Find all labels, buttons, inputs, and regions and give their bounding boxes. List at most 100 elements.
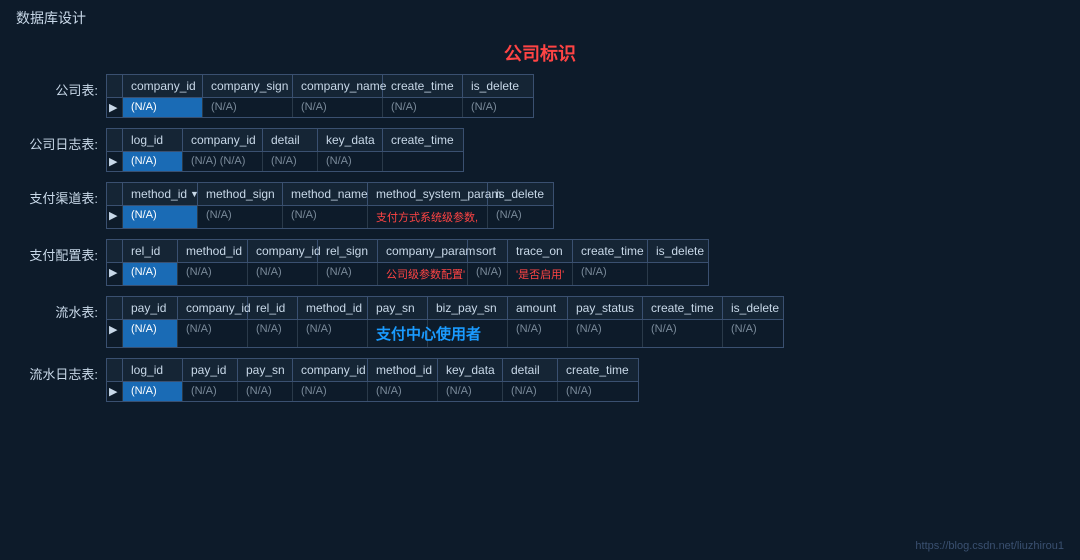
data-cell-1-0: (N/A) <box>123 152 183 171</box>
db-table-3: rel_idmethod_idcompany_idrel_signcompany… <box>106 239 709 286</box>
header-cell-4-5: biz_pay_sn <box>428 297 508 319</box>
table-label-5: 流水日志表: <box>16 358 106 383</box>
header-cell-4-6: amount <box>508 297 568 319</box>
data-cell-4-4: 支付中心 <box>368 320 428 347</box>
data-cell-3-1: (N/A) <box>178 263 248 285</box>
header-cell-4-0: pay_id <box>123 297 178 319</box>
data-cell-1-3: (N/A) <box>318 152 383 171</box>
row-arrow-2: ▶ <box>107 206 123 228</box>
data-cell-5-5: (N/A) <box>438 382 503 401</box>
data-cell-3-4: 公司级参数配置' <box>378 263 468 285</box>
data-cell-4-7: (N/A) <box>568 320 643 347</box>
header-cell-2-2: method_name <box>283 183 368 205</box>
table-row-3: 支付配置表:rel_idmethod_idcompany_idrel_signc… <box>16 239 1064 286</box>
header-cell-3-8: is_delete <box>648 240 708 262</box>
db-table-2: method_id▼method_signmethod_namemethod_s… <box>106 182 554 229</box>
data-cell-2-2: (N/A) <box>283 206 368 228</box>
header-cell-1-2: detail <box>263 129 318 151</box>
header-cell-5-0: log_id <box>123 359 183 381</box>
db-table-4: pay_idcompany_idrel_idmethod_idpay_snbiz… <box>106 296 784 348</box>
row-arrow-3: ▶ <box>107 263 123 285</box>
data-cell-2-4: (N/A) <box>488 206 553 228</box>
header-cell-1-0: log_id <box>123 129 183 151</box>
data-cell-4-6: (N/A) <box>508 320 568 347</box>
row-arrow-4: ▶ <box>107 320 123 347</box>
header-cell-4-2: rel_id <box>248 297 298 319</box>
header-cell-0-2: company_name <box>293 75 383 97</box>
center-label: 公司标识 <box>0 40 1080 66</box>
row-arrow-0: ▶ <box>107 98 123 117</box>
data-cell-3-3: (N/A) <box>318 263 378 285</box>
data-cell-4-9: (N/A) <box>723 320 783 347</box>
header-cell-3-0: rel_id <box>123 240 178 262</box>
table-label-1: 公司日志表: <box>16 128 106 153</box>
table-label-3: 支付配置表: <box>16 239 106 264</box>
header-cell-3-7: create_time <box>573 240 648 262</box>
data-cell-2-3: 支付方式系统级参数, <box>368 206 488 228</box>
header-cell-4-9: is_delete <box>723 297 783 319</box>
header-cell-0-0: company_id <box>123 75 203 97</box>
data-cell-4-5: 使用者 <box>428 320 508 347</box>
db-table-1: log_idcompany_iddetailkey_datacreate_tim… <box>106 128 464 172</box>
data-cell-4-8: (N/A) <box>643 320 723 347</box>
data-cell-5-3: (N/A) <box>293 382 368 401</box>
header-cell-4-7: pay_status <box>568 297 643 319</box>
header-cell-3-3: rel_sign <box>318 240 378 262</box>
page-title: 数据库设计 <box>0 0 1080 36</box>
header-cell-3-5: sort <box>468 240 508 262</box>
header-cell-4-8: create_time <box>643 297 723 319</box>
content-area: 公司表:company_idcompany_signcompany_namecr… <box>0 74 1080 402</box>
data-cell-3-6: '是否启用' <box>508 263 573 285</box>
data-cell-3-2: (N/A) <box>248 263 318 285</box>
header-cell-5-4: method_id <box>368 359 438 381</box>
data-cell-3-7: (N/A) <box>573 263 648 285</box>
header-cell-5-5: key_data <box>438 359 503 381</box>
header-cell-3-2: company_id <box>248 240 318 262</box>
data-cell-5-6: (N/A) <box>503 382 558 401</box>
header-cell-5-3: company_id <box>293 359 368 381</box>
table-row-2: 支付渠道表:method_id▼method_signmethod_nameme… <box>16 182 1064 229</box>
data-cell-4-0: (N/A) <box>123 320 178 347</box>
table-row-0: 公司表:company_idcompany_signcompany_namecr… <box>16 74 1064 118</box>
data-cell-3-5: (N/A) <box>468 263 508 285</box>
data-cell-5-2: (N/A) <box>238 382 293 401</box>
table-row-4: 流水表:pay_idcompany_idrel_idmethod_idpay_s… <box>16 296 1064 348</box>
data-cell-5-0: (N/A) <box>123 382 183 401</box>
data-cell-0-0: (N/A) <box>123 98 203 117</box>
row-arrow-5: ▶ <box>107 382 123 401</box>
header-cell-1-3: key_data <box>318 129 383 151</box>
header-cell-0-3: create_time <box>383 75 463 97</box>
header-cell-5-6: detail <box>503 359 558 381</box>
data-cell-4-1: (N/A) <box>178 320 248 347</box>
db-table-5: log_idpay_idpay_sncompany_idmethod_idkey… <box>106 358 639 402</box>
data-cell-5-7: (N/A) <box>558 382 638 401</box>
header-cell-0-4: is_delete <box>463 75 533 97</box>
header-cell-1-4: create_time <box>383 129 463 151</box>
data-cell-2-1: (N/A) <box>198 206 283 228</box>
header-cell-3-1: method_id <box>178 240 248 262</box>
data-cell-1-2: (N/A) <box>263 152 318 171</box>
header-cell-3-4: company_param <box>378 240 468 262</box>
header-cell-3-6: trace_on <box>508 240 573 262</box>
data-cell-3-8 <box>648 263 708 285</box>
data-cell-1-4 <box>383 152 463 171</box>
row-arrow-1: ▶ <box>107 152 123 171</box>
db-table-0: company_idcompany_signcompany_namecreate… <box>106 74 534 118</box>
data-cell-3-0: (N/A) <box>123 263 178 285</box>
header-cell-2-1: method_sign <box>198 183 283 205</box>
watermark: https://blog.csdn.net/liuzhirou1 <box>915 540 1064 552</box>
data-cell-0-1: (N/A) <box>203 98 293 117</box>
table-row-5: 流水日志表:log_idpay_idpay_sncompany_idmethod… <box>16 358 1064 402</box>
data-cell-5-1: (N/A) <box>183 382 238 401</box>
header-cell-0-1: company_sign <box>203 75 293 97</box>
data-cell-0-4: (N/A) <box>463 98 533 117</box>
header-cell-5-2: pay_sn <box>238 359 293 381</box>
header-cell-4-1: company_id <box>178 297 248 319</box>
header-cell-2-0: method_id▼ <box>123 183 198 205</box>
header-cell-5-7: create_time <box>558 359 638 381</box>
data-cell-5-4: (N/A) <box>368 382 438 401</box>
header-cell-1-1: company_id <box>183 129 263 151</box>
table-label-4: 流水表: <box>16 296 106 321</box>
data-cell-4-2: (N/A) <box>248 320 298 347</box>
table-label-0: 公司表: <box>16 74 106 99</box>
